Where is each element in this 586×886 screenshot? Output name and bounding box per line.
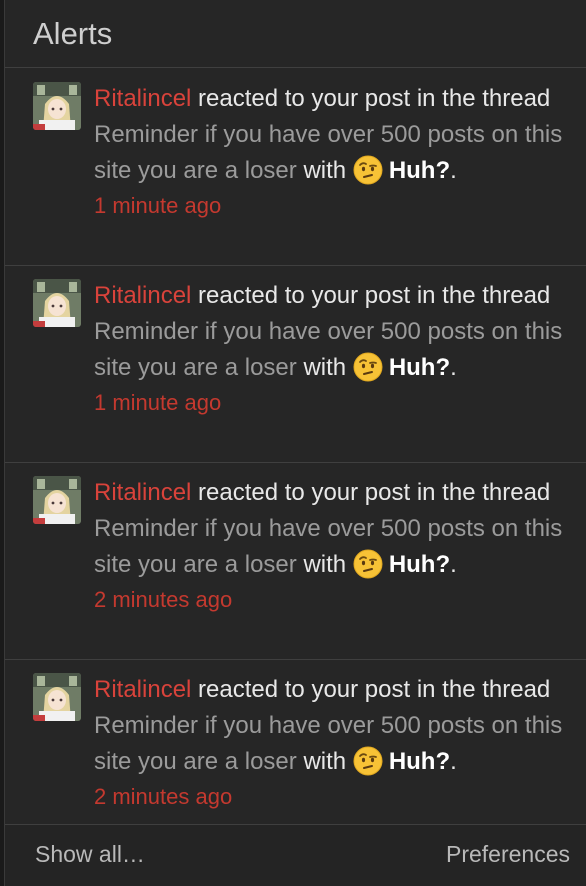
- username-link[interactable]: Ritalincel: [94, 676, 191, 703]
- action-text: reacted to your post in the thread: [198, 676, 551, 703]
- avatar[interactable]: [33, 476, 81, 524]
- panel-header: Alerts: [5, 0, 586, 68]
- with-text: with: [303, 354, 347, 381]
- avatar[interactable]: [33, 279, 81, 327]
- confused-face-emoji-icon: [353, 155, 383, 185]
- reaction-name: Huh?: [388, 157, 451, 184]
- alert-message: Ritalincel reacted to your post in the t…: [94, 282, 563, 382]
- confused-face-emoji-icon: [353, 352, 383, 382]
- action-text: reacted to your post in the thread: [198, 479, 551, 506]
- with-text: with: [303, 748, 347, 775]
- alert-item[interactable]: Ritalincel reacted to your post in the t…: [5, 69, 586, 266]
- alert-item[interactable]: Ritalincel reacted to your post in the t…: [5, 266, 586, 463]
- alert-timestamp: 1 minute ago: [94, 193, 222, 218]
- alert-item[interactable]: Ritalincel reacted to your post in the t…: [5, 660, 586, 824]
- avatar[interactable]: [33, 82, 81, 130]
- alert-message: Ritalincel reacted to your post in the t…: [94, 676, 563, 776]
- show-all-link[interactable]: Show all…: [35, 841, 145, 868]
- preferences-link[interactable]: Preferences: [446, 841, 570, 868]
- panel-title: Alerts: [33, 16, 113, 51]
- reaction-name: Huh?: [388, 748, 451, 775]
- username-link[interactable]: Ritalincel: [94, 479, 191, 506]
- with-text: with: [303, 157, 347, 184]
- alert-list: Ritalincel reacted to your post in the t…: [5, 69, 586, 824]
- alert-timestamp: 2 minutes ago: [94, 587, 233, 612]
- alert-message: Ritalincel reacted to your post in the t…: [94, 479, 563, 579]
- confused-face-emoji-icon: [353, 746, 383, 776]
- confused-face-emoji-icon: [353, 549, 383, 579]
- alert-message: Ritalincel reacted to your post in the t…: [94, 85, 563, 185]
- reaction-name: Huh?: [388, 354, 451, 381]
- alert-timestamp: 1 minute ago: [94, 390, 222, 415]
- username-link[interactable]: Ritalincel: [94, 85, 191, 112]
- alerts-panel: Alerts Ritalincel reacted to your post i…: [4, 0, 586, 886]
- alert-timestamp: 2 minutes ago: [94, 784, 233, 809]
- reaction-name: Huh?: [388, 551, 451, 578]
- username-link[interactable]: Ritalincel: [94, 282, 191, 309]
- with-text: with: [303, 551, 347, 578]
- action-text: reacted to your post in the thread: [198, 282, 551, 309]
- alert-item[interactable]: Ritalincel reacted to your post in the t…: [5, 463, 586, 660]
- action-text: reacted to your post in the thread: [198, 85, 551, 112]
- panel-footer: Show all… Preferences: [5, 824, 586, 886]
- avatar[interactable]: [33, 673, 81, 721]
